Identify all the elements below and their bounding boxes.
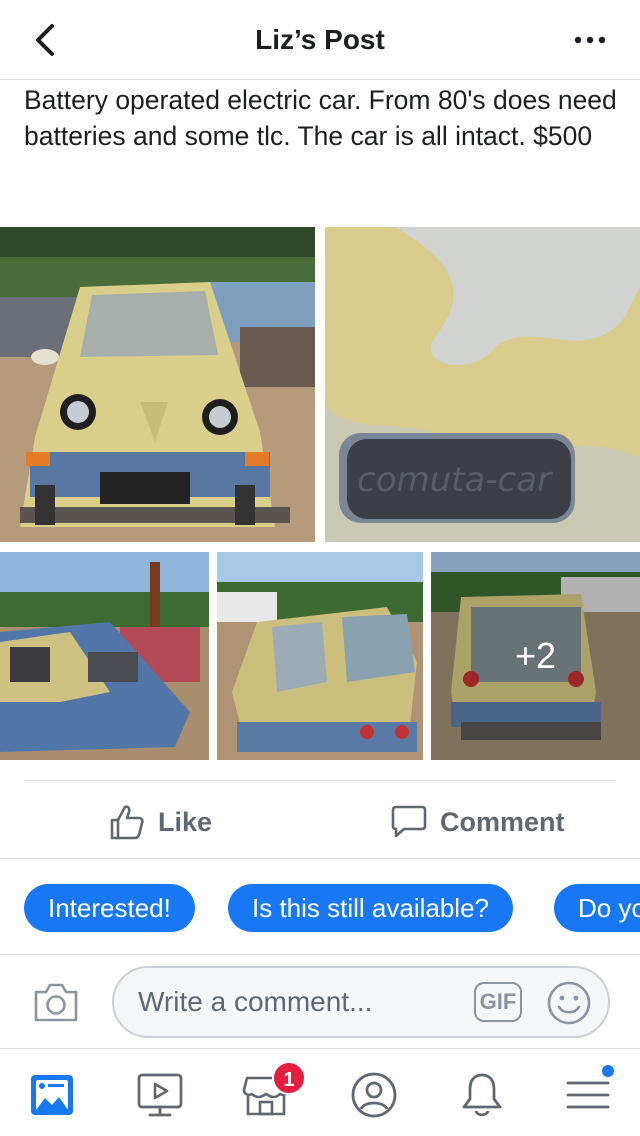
menu-notification-dot [600,1063,616,1079]
comuta-car-badge: comuta-car [357,460,553,500]
tab-watch[interactable] [130,1065,190,1125]
comment-bubble-icon [391,805,427,838]
smiley-icon [547,981,591,1025]
tab-profile[interactable] [344,1065,404,1125]
camera-button[interactable] [32,980,80,1024]
more-dots-icon [574,36,606,44]
post-text: Battery operated electric car. From 80's… [24,85,617,151]
photo-car-rear[interactable]: +2 [431,552,640,760]
divider [24,780,616,781]
profile-icon [351,1072,397,1118]
notifications-icon [462,1073,502,1117]
photo-car-rear-angle[interactable] [217,552,423,760]
comment-placeholder: Write a comment... [138,986,373,1017]
quick-reply-partial[interactable]: Do yo [554,884,640,932]
bottom-tab-bar: 1 [0,1048,640,1136]
post-header: Liz’s Post [0,0,640,80]
quick-reply-interested[interactable]: Interested! [24,884,195,932]
menu-icon [566,1081,610,1109]
page-title: Liz’s Post [255,24,385,55]
photo-car-front[interactable] [0,227,315,542]
thumbs-up-icon [110,805,144,840]
tab-news-feed[interactable] [22,1065,82,1125]
gif-button[interactable]: GIF [474,982,522,1022]
quick-reply-still-available[interactable]: Is this still available? [228,884,513,932]
more-photos-count: +2 [431,552,640,760]
divider [0,954,640,955]
tab-notifications[interactable] [452,1065,512,1125]
photo-badge-closeup[interactable]: comuta-car [325,227,640,542]
like-button[interactable]: Like [108,796,212,848]
comment-label: Comment [440,806,565,837]
like-label: Like [158,806,213,837]
emoji-button[interactable] [546,980,592,1026]
comment-button[interactable]: Comment [390,796,565,848]
news-feed-icon [31,1075,73,1115]
comment-input[interactable]: Write a comment... GIF [112,966,610,1038]
more-options-button[interactable] [570,28,610,52]
watch-icon [137,1073,183,1117]
divider [0,858,640,859]
marketplace-badge: 1 [272,1061,306,1095]
photo-car-side[interactable] [0,552,209,760]
camera-icon [34,983,78,1022]
